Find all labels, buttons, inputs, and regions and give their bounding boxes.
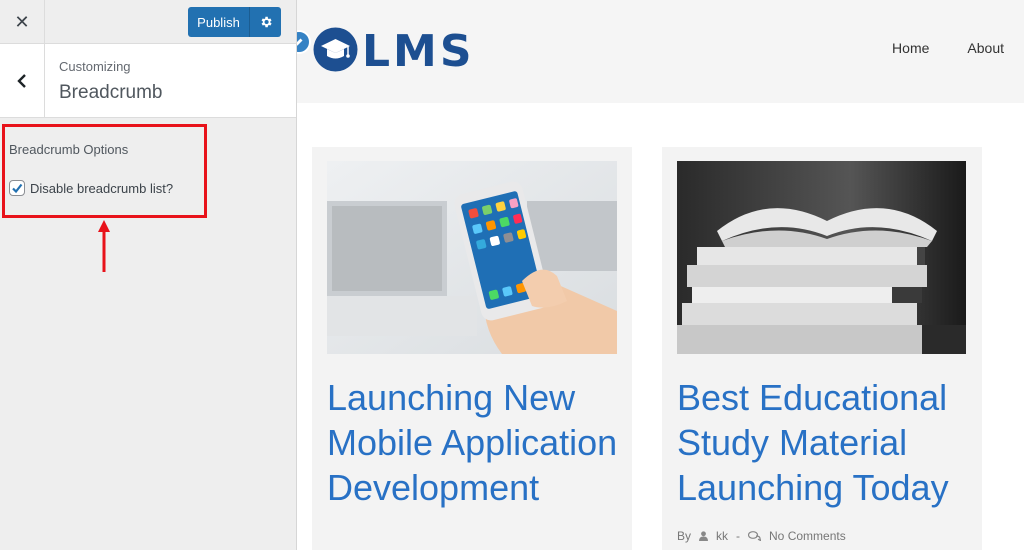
comments-icon [748,531,762,541]
nav-about[interactable]: About [967,40,1004,56]
checkmark-icon [12,183,23,194]
customizer-sidebar: ✕ Publish Customizing Breadcrumb Breadcr… [0,0,297,550]
meta-by: By [677,529,692,543]
user-icon [699,531,709,541]
site-header: LMS Home About [297,0,1024,103]
section-title: Breadcrumb [59,82,163,103]
publish-group: Publish [188,7,281,37]
site-preview: LMS Home About Launching New Mobile Appl… [297,0,1024,550]
post-card: Best Educational Study Material Launchin… [662,147,982,550]
arrow-up-icon [98,220,110,272]
disable-breadcrumb-option[interactable]: Disable breadcrumb list? [9,180,173,196]
meta-separator: - [736,529,741,543]
close-button[interactable]: ✕ [0,0,45,44]
site-logo-text[interactable]: LMS [362,26,475,77]
customizer-topbar: ✕ Publish [0,0,296,44]
post-meta: By kk - No Comments [677,529,846,543]
customizing-label: Customizing [59,59,131,74]
options-heading: Breadcrumb Options [9,142,129,157]
nav-home[interactable]: Home [892,40,929,56]
meta-comments[interactable]: No Comments [769,529,846,543]
publish-settings-button[interactable] [250,7,281,37]
logo-icon [313,27,358,72]
close-icon: ✕ [14,11,30,32]
post-title[interactable]: Launching New Mobile Application Develop… [327,375,627,510]
disable-breadcrumb-label: Disable breadcrumb list? [30,180,174,196]
post-title[interactable]: Best Educational Study Material Launchin… [677,375,977,510]
publish-button[interactable]: Publish [188,7,250,37]
meta-author[interactable]: kk [716,529,728,543]
chevron-left-icon [17,73,26,88]
post-image-phone[interactable] [327,161,617,354]
back-button[interactable] [0,44,45,117]
edit-shortcut-button[interactable] [297,30,311,54]
gear-icon [261,16,272,28]
highlight-box [2,124,207,218]
disable-breadcrumb-checkbox[interactable] [9,180,25,196]
pencil-icon [297,38,303,46]
post-image-books[interactable] [677,161,966,354]
site-nav: Home About [892,40,1004,56]
section-header: Customizing Breadcrumb [0,44,296,118]
post-card: Launching New Mobile Application Develop… [312,147,632,550]
